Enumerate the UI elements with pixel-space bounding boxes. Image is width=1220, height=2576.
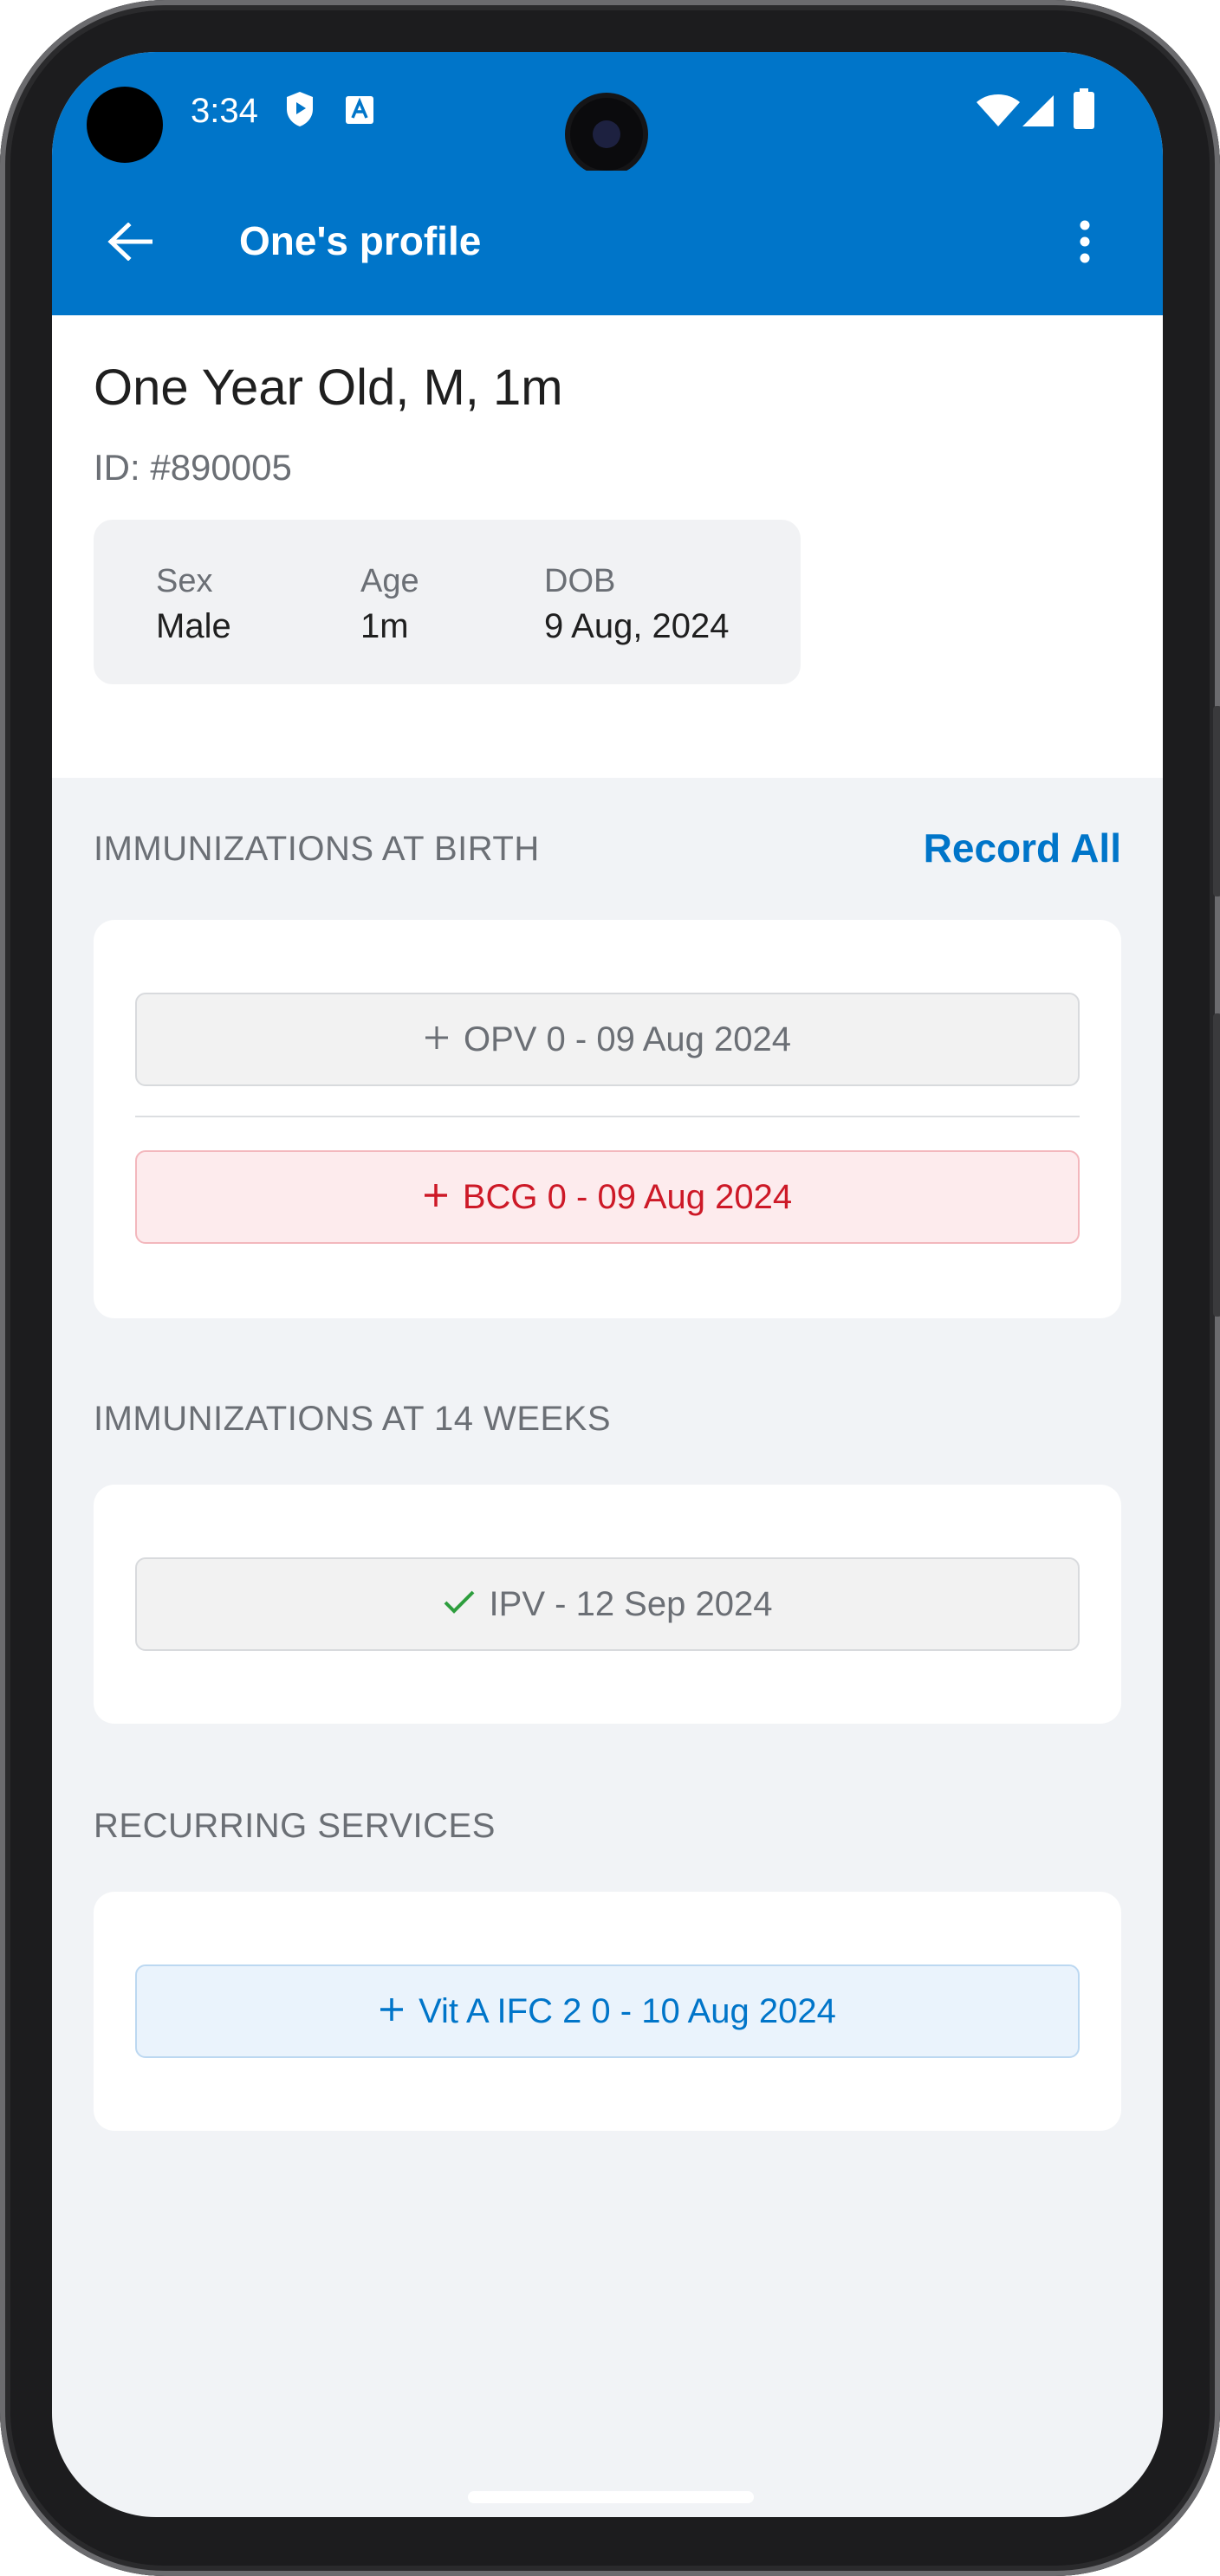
power-button [1213,1013,1220,1317]
patient-details-box: Sex Male Age 1m DOB 9 Aug, 2024 [94,520,801,684]
bottom-bezel [0,2465,1220,2576]
app-screen: 3:34 One's profile One Year Old, M, 1m I… [52,52,1163,2517]
age-label: Age [360,563,419,599]
age-value: 1m [360,607,409,645]
check-icon [443,1585,476,1624]
volume-button [1213,706,1220,896]
service-label: Vit A IFC 2 0 - 10 Aug 2024 [419,1991,836,2030]
back-button[interactable] [95,209,165,278]
patient-name: One Year Old, M, 1m [94,359,563,416]
phone-frame: 3:34 One's profile One Year Old, M, 1m I… [0,0,1220,2576]
page-title: One's profile [239,218,482,263]
signal-icon [1021,94,1055,133]
app-bar: One's profile [52,171,1163,315]
battery-icon [1073,88,1095,134]
home-gesture-handle[interactable] [468,2491,754,2503]
dob-label: DOB [544,563,616,599]
more-vertical-icon [1079,220,1091,268]
shield-play-icon [284,90,315,133]
section-title-recurring: RECURRING SERVICES [94,1807,496,1845]
birth-immunizations-card: OPV 0 - 09 Aug 2024 BCG 0 - 09 Aug 2024 [94,920,1121,1318]
sex-value: Male [156,607,231,645]
wifi-icon [976,94,1021,133]
arrow-left-icon [107,221,153,265]
divider [135,1116,1080,1117]
14-weeks-immunizations-card: IPV - 12 Sep 2024 [94,1485,1121,1724]
section-title-birth: IMMUNIZATIONS AT BIRTH [94,830,540,868]
vaccine-label: BCG 0 - 09 Aug 2024 [462,1177,793,1216]
age-field: Age 1m [360,563,419,646]
more-options-button[interactable] [1050,209,1119,278]
service-item-vit-a[interactable]: Vit A IFC 2 0 - 10 Aug 2024 [135,1964,1080,2058]
vaccine-item-opv[interactable]: OPV 0 - 09 Aug 2024 [135,993,1080,1086]
plus-icon [379,1992,405,2031]
patient-id: ID: #890005 [94,447,292,488]
patient-summary-card: One Year Old, M, 1m ID: #890005 Sex Male… [52,315,1163,778]
dob-value: 9 Aug, 2024 [544,607,730,645]
text-a-icon [345,95,374,129]
dob-field: DOB 9 Aug, 2024 [544,563,730,646]
camera-cutout [87,87,163,163]
vaccine-label: IPV - 12 Sep 2024 [489,1584,773,1623]
vaccine-item-bcg[interactable]: BCG 0 - 09 Aug 2024 [135,1150,1080,1244]
front-camera [565,93,648,176]
recurring-services-card: Vit A IFC 2 0 - 10 Aug 2024 [94,1892,1121,2131]
sex-field: Sex Male [156,563,231,646]
vaccine-label: OPV 0 - 09 Aug 2024 [463,1019,792,1058]
sex-label: Sex [156,563,213,599]
status-time: 3:34 [191,92,258,130]
section-title-14-weeks: IMMUNIZATIONS AT 14 WEEKS [94,1400,612,1438]
vaccine-item-ipv[interactable]: IPV - 12 Sep 2024 [135,1557,1080,1651]
plus-icon [424,1020,450,1059]
plus-icon [423,1178,449,1217]
record-all-button[interactable]: Record All [924,825,1121,871]
